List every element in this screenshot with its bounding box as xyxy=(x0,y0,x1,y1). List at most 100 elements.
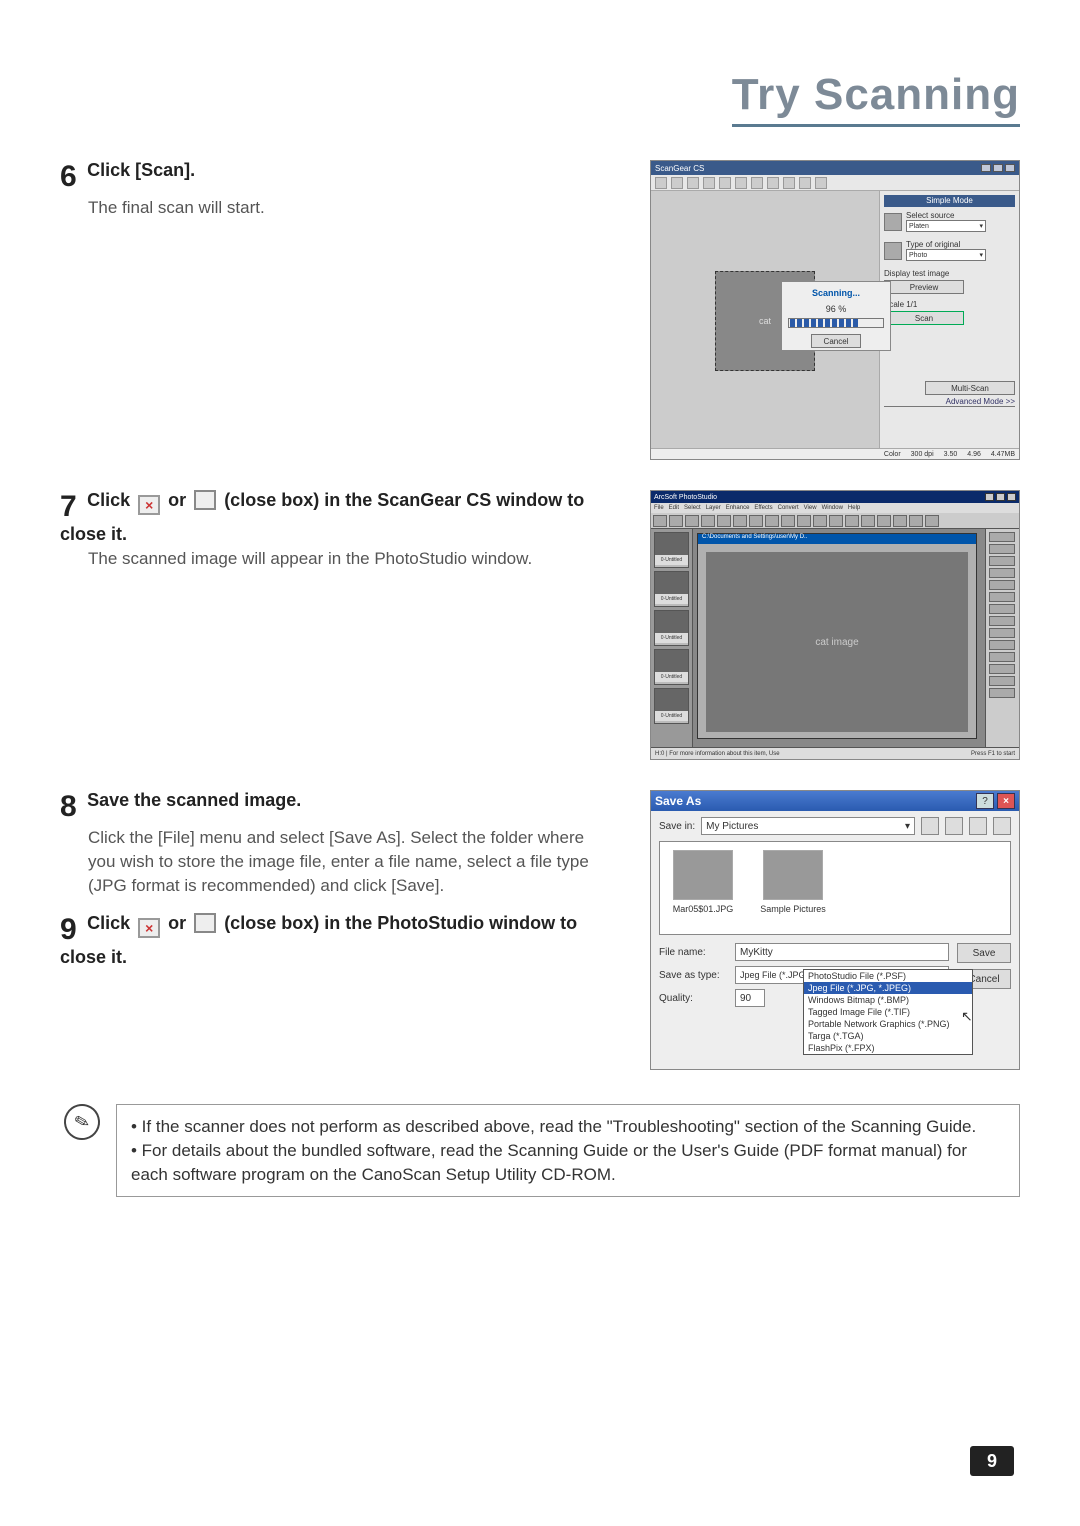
status-width: 3.50 xyxy=(944,451,958,458)
status-left: H:0 | For more information about this it… xyxy=(655,751,780,757)
thumbnail-panel[interactable]: 0·Untitled 0·Untitled 0·Untitled 0·Untit… xyxy=(651,529,693,747)
step-7-head-pre: Click xyxy=(87,490,135,510)
scanning-label: Scanning... xyxy=(788,288,884,298)
source-label: Select source xyxy=(906,211,986,220)
menu-layer[interactable]: Layer xyxy=(706,505,721,511)
note-bullet-1: • If the scanner does not perform as des… xyxy=(131,1115,1005,1139)
step-8-head: Save the scanned image. xyxy=(87,790,301,810)
window-buttons[interactable] xyxy=(985,493,1016,501)
status-tip: Press F1 to start xyxy=(971,751,1015,757)
source-icon xyxy=(884,213,902,231)
format-option[interactable]: Windows Bitmap (*.BMP) xyxy=(804,994,972,1006)
note-bullet-2: • For details about the bundled software… xyxy=(131,1139,1005,1187)
format-option[interactable]: PhotoStudio File (*.PSF) xyxy=(804,970,972,982)
back-icon[interactable] xyxy=(921,817,939,835)
step-number-6: 6 xyxy=(60,160,77,194)
status-dpi: 300 dpi xyxy=(911,451,934,458)
page-number: 9 xyxy=(970,1446,1014,1476)
step-8-body: Click the [File] menu and select [Save A… xyxy=(88,826,600,897)
image-window[interactable]: C:\Documents and Settings\user\My D.. ca… xyxy=(697,533,977,739)
menu-bar[interactable]: File Edit Select Layer Enhance Effects C… xyxy=(651,503,1019,513)
menu-view[interactable]: View xyxy=(804,505,817,511)
progress-bar xyxy=(788,318,884,328)
status-height: 4.96 xyxy=(967,451,981,458)
type-label: Save as type: xyxy=(659,970,727,981)
format-option-selected[interactable]: Jpeg File (*.JPG, *.JPEG) xyxy=(804,982,972,994)
file-listing[interactable]: Mar05$01.JPG Sample Pictures xyxy=(659,841,1011,935)
menu-enhance[interactable]: Enhance xyxy=(726,505,750,511)
filename-input[interactable]: MyKitty xyxy=(735,943,949,961)
menu-convert[interactable]: Convert xyxy=(778,505,799,511)
display-label: Display test image xyxy=(884,269,1015,278)
list-item[interactable]: Mar05$01.JPG xyxy=(668,850,738,926)
scale-label: Scale 1/1 xyxy=(884,300,1015,309)
thumbnail xyxy=(673,850,733,900)
advanced-mode-link[interactable]: Advanced Mode >> xyxy=(884,397,1015,407)
source-combo[interactable]: Platen xyxy=(906,220,986,232)
cancel-button[interactable]: Cancel xyxy=(811,334,861,348)
scanning-percent: 96 % xyxy=(788,304,884,314)
step-9-head-mid: or xyxy=(163,913,191,933)
preview-button[interactable]: Preview xyxy=(884,280,964,294)
step-7-head-mid: or xyxy=(163,490,191,510)
multiscan-button[interactable]: Multi-Scan xyxy=(925,381,1015,395)
cursor-icon: ↖ xyxy=(961,1008,973,1025)
quality-input[interactable]: 90 xyxy=(735,989,765,1007)
scanned-image: cat image xyxy=(706,552,968,732)
status-size: 4.47MB xyxy=(991,451,1015,458)
status-bar: Color 300 dpi 3.50 4.96 4.47MB xyxy=(651,448,1019,459)
menu-help[interactable]: Help xyxy=(848,505,860,511)
step-number-9: 9 xyxy=(60,913,77,947)
type-icon xyxy=(884,242,902,260)
thumb-label: 0·Untitled xyxy=(655,711,688,721)
pencil-note-icon: ✎ xyxy=(60,1100,104,1144)
close-box-icon xyxy=(194,490,216,510)
format-option[interactable]: Tagged Image File (*.TIF) xyxy=(804,1006,972,1018)
type-combo[interactable]: Photo xyxy=(906,249,986,261)
thumb-label: 0·Untitled xyxy=(655,672,688,682)
format-option[interactable]: Portable Network Graphics (*.PNG) xyxy=(804,1018,972,1030)
step-6-head: Click [Scan]. xyxy=(87,160,195,180)
tool-palette[interactable] xyxy=(985,529,1019,747)
menu-file[interactable]: File xyxy=(654,505,664,511)
views-icon[interactable] xyxy=(993,817,1011,835)
close-x-icon: × xyxy=(138,918,160,938)
format-dropdown-list[interactable]: PhotoStudio File (*.PSF) Jpeg File (*.JP… xyxy=(803,969,973,1055)
note-box: • If the scanner does not perform as des… xyxy=(116,1104,1020,1197)
help-button[interactable]: ? xyxy=(976,793,994,809)
scan-button[interactable]: Scan xyxy=(884,311,964,325)
item-label: Sample Pictures xyxy=(760,904,826,914)
photostudio-title: ArcSoft PhotoStudio xyxy=(654,494,717,501)
newfolder-icon[interactable] xyxy=(969,817,987,835)
photostudio-toolbar[interactable] xyxy=(651,513,1019,529)
menu-edit[interactable]: Edit xyxy=(669,505,679,511)
filename-value: MyKitty xyxy=(740,947,773,958)
format-option[interactable]: Targa (*.TGA) xyxy=(804,1030,972,1042)
save-button[interactable]: Save xyxy=(957,943,1011,963)
thumb-label: 0·Untitled xyxy=(655,555,688,565)
step-9-head: Click × or (close box) in the PhotoStudi… xyxy=(60,913,577,967)
menu-effects[interactable]: Effects xyxy=(754,505,772,511)
list-item[interactable]: Sample Pictures xyxy=(758,850,828,926)
menu-select[interactable]: Select xyxy=(684,505,701,511)
step-number-7: 7 xyxy=(60,490,77,524)
figure-photostudio: ArcSoft PhotoStudio File Edit Select Lay… xyxy=(650,490,1020,760)
page-title: Try Scanning xyxy=(732,70,1020,120)
up-icon[interactable] xyxy=(945,817,963,835)
savein-dropdown[interactable]: My Pictures xyxy=(701,817,915,835)
menu-window[interactable]: Window xyxy=(822,505,843,511)
scanning-dialog: Scanning... 96 % Cancel xyxy=(781,281,891,351)
format-option[interactable]: FlashPix (*.FPX) xyxy=(804,1042,972,1054)
quality-label: Quality: xyxy=(659,993,727,1004)
type-label: Type of original xyxy=(906,240,986,249)
close-x-icon: × xyxy=(138,495,160,515)
close-button[interactable]: × xyxy=(997,793,1015,809)
scangear-title: ScanGear CS xyxy=(655,164,704,173)
window-buttons[interactable] xyxy=(981,164,1015,172)
scangear-toolbar[interactable] xyxy=(651,175,1019,191)
thumbnail xyxy=(763,850,823,900)
thumb-label: 0·Untitled xyxy=(655,633,688,643)
title-underline xyxy=(732,124,1020,127)
quality-value: 90 xyxy=(740,993,751,1004)
close-box-icon xyxy=(194,913,216,933)
